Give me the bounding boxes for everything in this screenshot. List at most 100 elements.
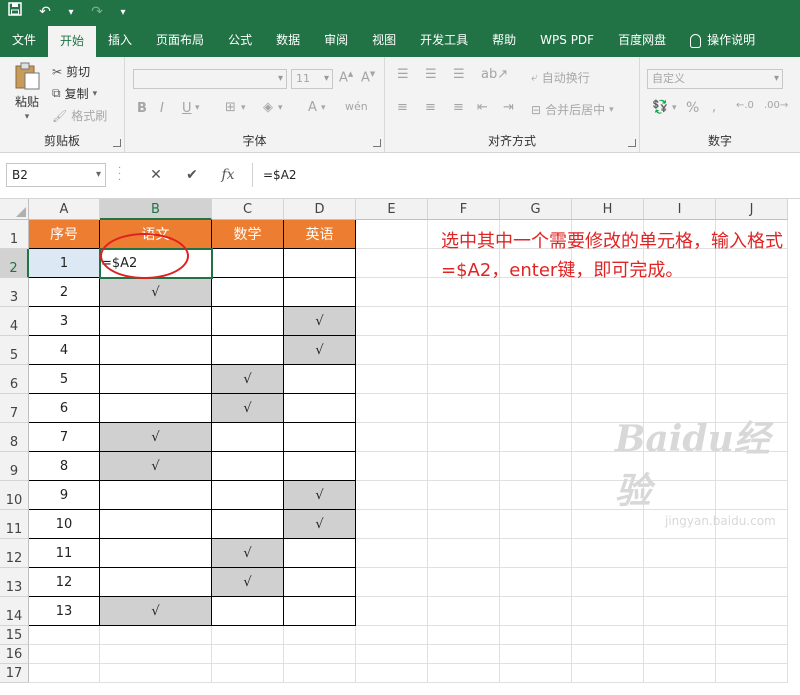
row-header[interactable]: 7: [0, 394, 29, 423]
check-mark-cell[interactable]: √: [100, 597, 212, 626]
table-cell[interactable]: [212, 307, 284, 336]
cell[interactable]: [572, 568, 644, 597]
decrease-decimal-icon[interactable]: .00→: [764, 100, 788, 111]
phonetic-icon[interactable]: wén: [345, 100, 368, 113]
align-left-icon[interactable]: ≡: [397, 100, 408, 115]
orientation-icon[interactable]: ab↗: [481, 67, 508, 82]
cell[interactable]: [716, 626, 788, 645]
row-number-cell[interactable]: 10: [29, 510, 100, 539]
row-header[interactable]: 3: [0, 278, 29, 307]
tab-0[interactable]: 文件: [0, 24, 48, 57]
check-mark-cell[interactable]: √: [212, 568, 284, 597]
borders-icon[interactable]: ⊞: [225, 100, 236, 115]
cell[interactable]: [428, 568, 500, 597]
save-icon[interactable]: [0, 0, 30, 24]
cell[interactable]: [212, 664, 284, 683]
comma-style-icon[interactable]: ,: [712, 100, 716, 115]
table-cell[interactable]: [100, 481, 212, 510]
table-cell[interactable]: [212, 597, 284, 626]
undo-icon[interactable]: ↶: [30, 0, 60, 24]
cell[interactable]: [428, 336, 500, 365]
customize-toolbar-icon[interactable]: ▾: [112, 7, 134, 18]
cell[interactable]: [572, 664, 644, 683]
cell[interactable]: [356, 365, 428, 394]
row-number-cell[interactable]: 8: [29, 452, 100, 481]
row-header[interactable]: 8: [0, 423, 29, 452]
alignment-launcher-icon[interactable]: [628, 139, 636, 147]
row-number-cell[interactable]: 6: [29, 394, 100, 423]
cell[interactable]: [644, 307, 716, 336]
table-cell[interactable]: [284, 278, 356, 307]
tab-2[interactable]: 插入: [96, 24, 144, 57]
cell[interactable]: [572, 626, 644, 645]
merge-dropdown-icon[interactable]: ▾: [609, 105, 614, 115]
row-header[interactable]: 12: [0, 539, 29, 568]
cell[interactable]: [428, 645, 500, 664]
cell[interactable]: [356, 394, 428, 423]
row-number-cell[interactable]: 3: [29, 307, 100, 336]
check-mark-cell[interactable]: √: [100, 452, 212, 481]
column-header[interactable]: C: [212, 199, 284, 220]
merge-center-button[interactable]: ⊟ 合并后居中 ▾: [531, 101, 614, 118]
row-header[interactable]: 10: [0, 481, 29, 510]
table-cell[interactable]: [212, 249, 284, 278]
cell[interactable]: [716, 568, 788, 597]
cell[interactable]: [212, 626, 284, 645]
cell[interactable]: [500, 664, 572, 683]
cell[interactable]: [572, 336, 644, 365]
cell[interactable]: [212, 645, 284, 664]
name-box[interactable]: B2: [6, 163, 106, 187]
cancel-icon[interactable]: ✕: [138, 167, 174, 183]
row-header[interactable]: 14: [0, 597, 29, 626]
copy-dropdown-icon[interactable]: ▾: [93, 89, 98, 99]
cell[interactable]: [500, 539, 572, 568]
column-header[interactable]: F: [428, 199, 500, 220]
cell[interactable]: [428, 394, 500, 423]
row-header[interactable]: 1: [0, 220, 29, 249]
cell[interactable]: [500, 568, 572, 597]
cell[interactable]: [500, 365, 572, 394]
fill-color-icon[interactable]: ◈: [263, 100, 273, 115]
select-all-corner[interactable]: [0, 199, 29, 220]
cell[interactable]: [284, 645, 356, 664]
row-number-cell[interactable]: 4: [29, 336, 100, 365]
cell[interactable]: [356, 452, 428, 481]
check-mark-cell[interactable]: √: [212, 539, 284, 568]
currency-dropdown-icon[interactable]: ▾: [672, 103, 677, 113]
cell[interactable]: [29, 626, 100, 645]
cell[interactable]: [644, 336, 716, 365]
italic-icon[interactable]: I: [160, 101, 164, 116]
check-mark-cell[interactable]: √: [284, 510, 356, 539]
increase-indent-icon[interactable]: ⇥: [503, 100, 514, 115]
cell[interactable]: [356, 510, 428, 539]
table-cell[interactable]: [100, 568, 212, 597]
underline-dropdown-icon[interactable]: ▾: [195, 103, 200, 113]
cell[interactable]: [716, 597, 788, 626]
cell[interactable]: [572, 539, 644, 568]
cell[interactable]: [572, 307, 644, 336]
table-header-cell[interactable]: 数学: [212, 220, 284, 249]
cell[interactable]: [428, 510, 500, 539]
check-mark-cell[interactable]: √: [284, 336, 356, 365]
redo-icon[interactable]: ↷: [82, 0, 112, 24]
cell[interactable]: [500, 597, 572, 626]
row-header[interactable]: 16: [0, 645, 29, 664]
cell[interactable]: [428, 452, 500, 481]
row-number-cell[interactable]: 5: [29, 365, 100, 394]
number-format-select[interactable]: 自定义: [647, 69, 783, 89]
column-header[interactable]: H: [572, 199, 644, 220]
insert-function-icon[interactable]: fx: [210, 167, 246, 183]
tab-8[interactable]: 开发工具: [408, 24, 480, 57]
cell[interactable]: [644, 539, 716, 568]
row-header[interactable]: 2: [0, 249, 29, 278]
table-cell[interactable]: [212, 452, 284, 481]
cell[interactable]: [428, 597, 500, 626]
row-number-cell[interactable]: 11: [29, 539, 100, 568]
table-cell[interactable]: [284, 539, 356, 568]
cell[interactable]: [500, 452, 572, 481]
cell[interactable]: [500, 481, 572, 510]
currency-icon[interactable]: 💱: [652, 100, 668, 115]
cell[interactable]: [716, 664, 788, 683]
row-number-cell[interactable]: 13: [29, 597, 100, 626]
row-header[interactable]: 9: [0, 452, 29, 481]
